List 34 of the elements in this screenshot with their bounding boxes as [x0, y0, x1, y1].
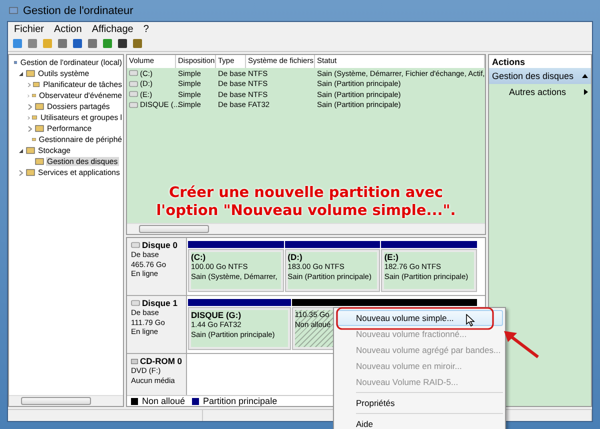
legend-label: Non alloué [142, 396, 186, 406]
menu-item[interactable]: ? [139, 24, 153, 34]
collapse-triangle-icon[interactable] [582, 74, 588, 78]
disk-name: Disque 1 [142, 298, 178, 308]
legend-label: Partition principale [203, 396, 278, 406]
menu-item[interactable]: Action [50, 24, 86, 34]
actions-section-header[interactable]: Gestion des disques [489, 68, 591, 84]
menu-item[interactable]: Affichage [88, 24, 138, 34]
arrow-drawing [503, 330, 541, 360]
partition-label: (E:) [384, 252, 400, 262]
actions-title: Actions [489, 55, 591, 68]
pointer-cursor-icon [466, 314, 475, 327]
context-menu-item[interactable]: Nouveau volume simple... [336, 310, 503, 326]
window-title: Gestion de l'ordinateur [23, 4, 134, 16]
context-menu-item[interactable]: Aide [336, 416, 503, 429]
action-item[interactable]: Autres actions [489, 84, 591, 100]
collapse-triangle-icon[interactable] [18, 148, 24, 154]
disk-name: Disque 0 [142, 240, 178, 250]
drive-icon [131, 242, 140, 248]
collapse-triangle-icon[interactable] [18, 70, 24, 76]
partition-label: (D:) [288, 252, 304, 262]
partition-label: (C:) [191, 252, 207, 262]
horizontal-scrollbar[interactable] [9, 395, 123, 406]
context-menu-item[interactable]: Propriétés [336, 395, 503, 411]
horizontal-scrollbar[interactable] [127, 223, 485, 234]
annotation-text: l'option "Nouveau volume simple...". [156, 202, 456, 220]
drive-icon [131, 300, 140, 306]
submenu-arrow-icon [584, 89, 588, 95]
annotation-text: Créer une nouvelle partition avec [168, 184, 444, 202]
cd-drive-icon [131, 356, 138, 366]
partition-label: DISQUE (G:) [191, 310, 242, 320]
menu-item[interactable]: Fichier [10, 24, 48, 34]
disk-name: CD-ROM 0 [140, 356, 182, 366]
computer-management-icon [9, 6, 18, 15]
